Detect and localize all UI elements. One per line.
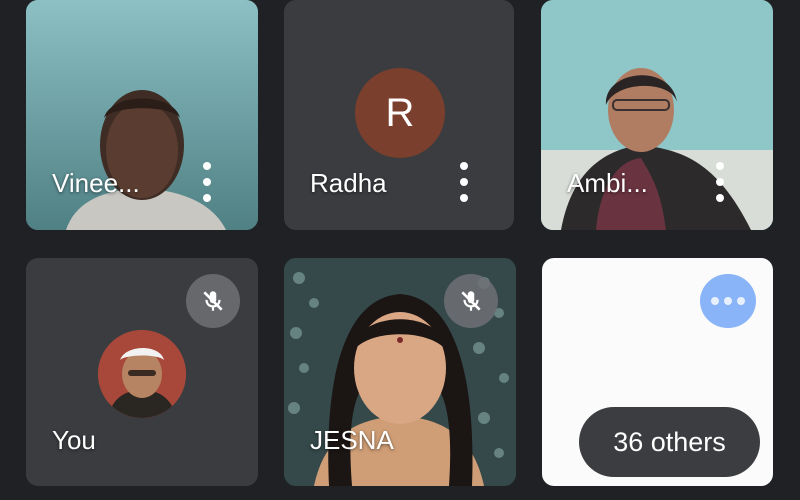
- mic-off-icon: [186, 274, 240, 328]
- participant-name: Ambi...: [567, 168, 648, 198]
- participant-name: You: [52, 425, 96, 455]
- others-count-label: 36 others: [613, 426, 726, 457]
- participant-tile-you[interactable]: You: [26, 258, 258, 486]
- more-options-icon[interactable]: [200, 162, 214, 202]
- participant-tile-vineeth[interactable]: Vinee...: [26, 0, 258, 230]
- more-options-icon[interactable]: [457, 162, 471, 202]
- more-options-icon[interactable]: [713, 162, 727, 202]
- participant-name: Radha: [310, 168, 387, 198]
- mic-off-icon: [444, 274, 498, 328]
- participant-tile-jesna[interactable]: JESNA: [284, 258, 516, 486]
- others-count-pill[interactable]: 36 others: [579, 407, 760, 477]
- avatar: R: [355, 68, 445, 158]
- avatar-letter: R: [385, 90, 415, 135]
- more-horizontal-icon[interactable]: [700, 274, 756, 328]
- participant-name: JESNA: [310, 425, 394, 455]
- participant-name: Vinee...: [52, 168, 140, 198]
- avatar: [98, 330, 186, 418]
- participant-tile-radha[interactable]: R Radha: [284, 0, 514, 230]
- participant-tile-ambili[interactable]: Ambi...: [541, 0, 773, 230]
